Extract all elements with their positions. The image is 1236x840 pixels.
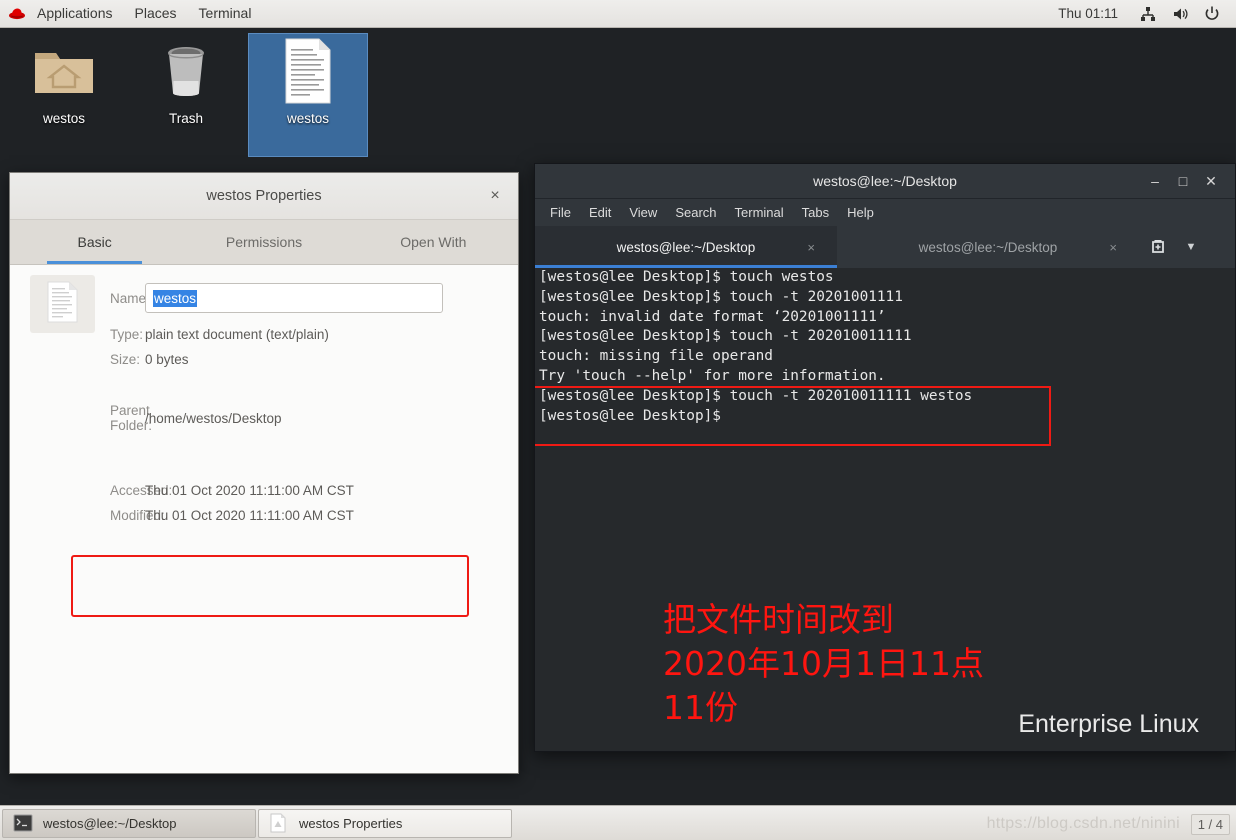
menu-applications[interactable]: Applications bbox=[26, 0, 124, 27]
desktop-icon-trash[interactable]: Trash bbox=[126, 33, 246, 126]
menu-file[interactable]: File bbox=[541, 199, 580, 226]
menu-terminal[interactable]: Terminal bbox=[188, 0, 263, 27]
terminal-screen[interactable]: [westos@lee Desktop]$ touch westos [west… bbox=[535, 268, 1235, 751]
terminal-tab-1[interactable]: westos@lee:~/Desktop × bbox=[535, 226, 837, 268]
taskbar-item-label: westos Properties bbox=[299, 815, 403, 831]
menu-search[interactable]: Search bbox=[666, 199, 725, 226]
annotation-box-command bbox=[535, 386, 1051, 446]
modified-value: Thu 01 Oct 2020 11:11:00 AM CST bbox=[145, 508, 354, 523]
accessed-label: Accessed: bbox=[110, 483, 173, 498]
taskbar-item-label: westos@lee:~/Desktop bbox=[43, 815, 177, 831]
menu-help[interactable]: Help bbox=[838, 199, 883, 226]
home-folder-icon bbox=[4, 33, 124, 109]
text-document-icon bbox=[248, 33, 368, 109]
menu-view[interactable]: View bbox=[620, 199, 666, 226]
terminal-menubar: File Edit View Search Terminal Tabs Help bbox=[535, 199, 1235, 226]
terminal-line: [westos@lee Desktop]$ touch westos bbox=[539, 269, 834, 285]
power-icon[interactable] bbox=[1203, 5, 1221, 23]
annotation-text: 把文件时间改到 2020年10月1日11点 11份 bbox=[663, 600, 984, 727]
file-preview-icon-box bbox=[30, 275, 95, 333]
taskbar-item-terminal[interactable]: westos@lee:~/Desktop bbox=[2, 808, 256, 838]
terminal-tab-label: westos@lee:~/Desktop bbox=[616, 239, 756, 255]
tab-basic[interactable]: Basic bbox=[10, 220, 179, 264]
new-tab-icon[interactable] bbox=[1139, 226, 1177, 268]
page-indicator: 1 / 4 bbox=[1190, 814, 1230, 835]
network-icon[interactable] bbox=[1139, 5, 1157, 23]
terminal-title: westos@lee:~/Desktop bbox=[813, 173, 957, 189]
terminal-line: touch: invalid date format ‘20201001111’ bbox=[539, 308, 886, 325]
menu-terminal[interactable]: Terminal bbox=[726, 199, 793, 226]
desktop-icon-label: Trash bbox=[168, 111, 203, 126]
terminal-titlebar: westos@lee:~/Desktop – □ ✕ bbox=[535, 164, 1235, 199]
close-icon[interactable]: × bbox=[1109, 240, 1117, 255]
terminal-line: touch: missing file operand bbox=[539, 348, 773, 365]
chevron-down-icon[interactable]: ▼ bbox=[1177, 226, 1205, 268]
terminal-tabbar: westos@lee:~/Desktop × westos@lee:~/Desk… bbox=[535, 226, 1235, 269]
tab-open-with[interactable]: Open With bbox=[349, 220, 518, 264]
terminal-tab-label: westos@lee:~/Desktop bbox=[918, 239, 1058, 255]
close-icon[interactable]: × bbox=[807, 240, 815, 255]
brand-label: Enterprise Linux bbox=[1018, 710, 1199, 738]
desktop-icon-label: westos bbox=[42, 111, 86, 126]
taskbar: westos@lee:~/Desktop westos Properties h… bbox=[0, 805, 1236, 840]
size-label: Size: bbox=[110, 352, 141, 367]
close-icon[interactable]: ✕ bbox=[1197, 164, 1225, 198]
desktop-icon-westos-folder[interactable]: westos bbox=[4, 33, 124, 126]
text-document-icon bbox=[269, 813, 289, 833]
annotation-box-timestamps bbox=[71, 555, 469, 617]
type-value: plain text document (text/plain) bbox=[145, 327, 329, 342]
tab-permissions[interactable]: Permissions bbox=[179, 220, 348, 264]
clock[interactable]: Thu 01:11 bbox=[1058, 6, 1118, 21]
redhat-logo-icon[interactable] bbox=[8, 7, 26, 21]
properties-dialog: westos Properties × Basic Permissions Op… bbox=[9, 172, 519, 774]
size-value: 0 bytes bbox=[145, 352, 189, 367]
close-icon[interactable]: × bbox=[486, 187, 504, 205]
trash-icon bbox=[126, 33, 246, 109]
properties-tabs: Basic Permissions Open With bbox=[10, 220, 518, 265]
taskbar-item-properties[interactable]: westos Properties bbox=[258, 808, 512, 838]
terminal-line: Try 'touch --help' for more information. bbox=[539, 367, 886, 384]
desktop-icon-westos-file[interactable]: westos bbox=[248, 33, 368, 157]
menu-tabs[interactable]: Tabs bbox=[793, 199, 838, 226]
name-input[interactable]: westos bbox=[145, 283, 443, 313]
watermark: https://blog.csdn.net/ninini bbox=[986, 815, 1180, 832]
menu-places[interactable]: Places bbox=[124, 0, 188, 27]
menu-edit[interactable]: Edit bbox=[580, 199, 620, 226]
modified-label: Modified: bbox=[110, 508, 165, 523]
terminal-tab-2[interactable]: westos@lee:~/Desktop × bbox=[837, 226, 1139, 268]
properties-body: Name: westos Type: plain text document (… bbox=[10, 265, 518, 617]
properties-titlebar: westos Properties × bbox=[10, 173, 518, 220]
top-panel: Applications Places Terminal Thu 01:11 bbox=[0, 0, 1236, 28]
accessed-value: Thu 01 Oct 2020 11:11:00 AM CST bbox=[145, 483, 354, 498]
minimize-icon[interactable]: – bbox=[1141, 164, 1169, 198]
parent-folder-value: /home/westos/Desktop bbox=[145, 410, 282, 426]
terminal-line: [westos@lee Desktop]$ touch -t 202010011… bbox=[539, 328, 912, 345]
terminal-icon bbox=[13, 813, 33, 833]
terminal-line: [westos@lee Desktop]$ touch -t 202010011… bbox=[539, 288, 903, 305]
desktop-icon-label: westos bbox=[286, 111, 330, 126]
maximize-icon[interactable]: □ bbox=[1169, 164, 1197, 198]
desktop-screen: Applications Places Terminal Thu 01:11 w… bbox=[0, 0, 1236, 840]
volume-icon[interactable] bbox=[1171, 5, 1189, 23]
page-title: westos Properties bbox=[206, 188, 322, 204]
name-input-value: westos bbox=[153, 289, 198, 307]
window-controls: – □ ✕ bbox=[1141, 164, 1225, 198]
terminal-window: westos@lee:~/Desktop – □ ✕ File Edit Vie… bbox=[534, 163, 1236, 752]
system-tray: Thu 01:11 bbox=[1058, 5, 1236, 23]
parent-folder-label: Parent Folder: bbox=[110, 403, 153, 433]
text-document-icon bbox=[46, 281, 79, 328]
